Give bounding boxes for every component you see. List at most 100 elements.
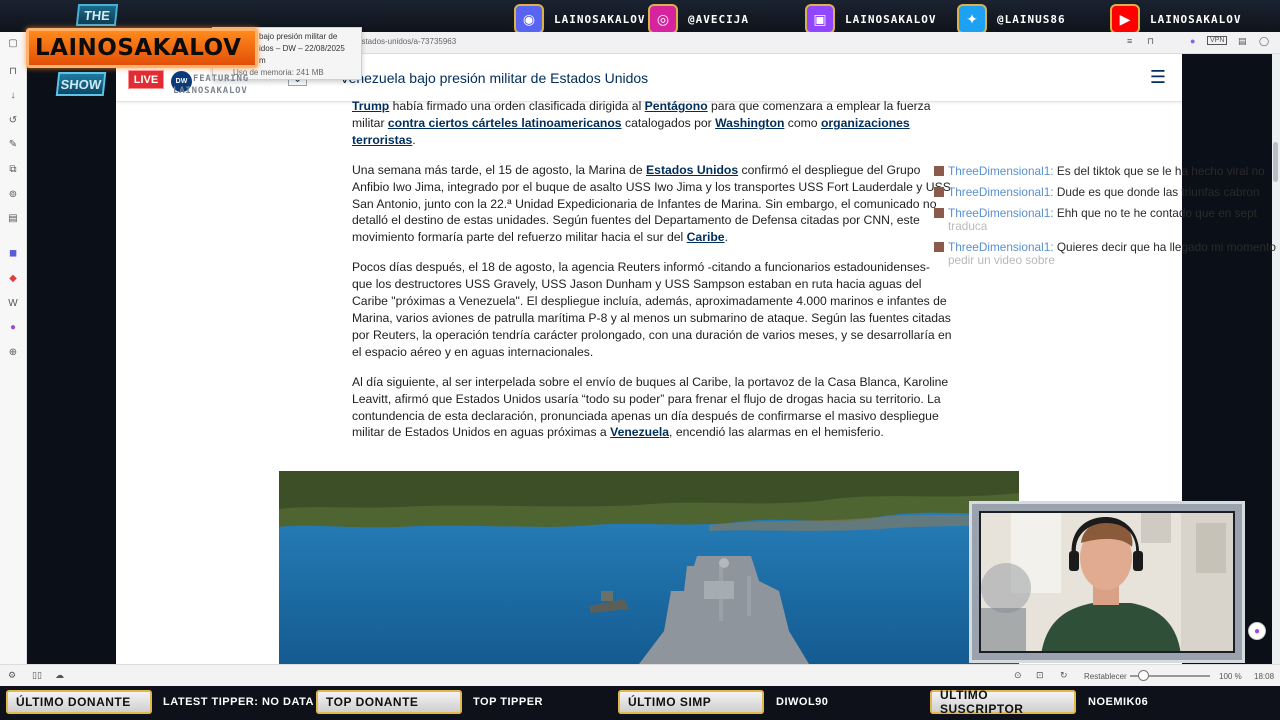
logo-name: LAINOSAKALOV: [26, 28, 258, 68]
social-label: @AVECIJA: [688, 12, 749, 26]
article-photo: [279, 471, 1019, 664]
settings-icon[interactable]: ⚙: [8, 670, 16, 681]
scrollbar[interactable]: [1272, 54, 1280, 664]
article-link[interactable]: contra ciertos cárteles latinoamericanos: [388, 116, 622, 130]
tiling-icon[interactable]: ⊡: [1036, 670, 1044, 681]
article-paragraph: Una semana más tarde, el 15 de agosto, l…: [352, 162, 952, 247]
mastodon-icon[interactable]: ◼: [6, 246, 20, 260]
article-link[interactable]: Estados Unidos: [646, 163, 738, 177]
ultimo-donante-label: ÚLTIMO DONANTE: [6, 690, 152, 714]
social-label: @LAINUS86: [997, 12, 1066, 26]
social-label: LAINOSAKALOV: [554, 12, 646, 26]
warship-photo: [279, 471, 1019, 664]
profile-icon[interactable]: ◯: [1259, 36, 1269, 47]
ultimo-simp-value: DIWOL90: [776, 696, 829, 708]
top-donante-label: TOP DONANTE: [316, 690, 462, 714]
live-badge: LIVE: [128, 70, 164, 89]
browser-status-bar: ⚙ ▯▯ ☁ ⊙ ⊡ ↻ Restablecer 100 % 18:08: [0, 664, 1280, 686]
extension-icon[interactable]: ●: [1190, 36, 1195, 46]
top-tipper-text: TOP TIPPER: [473, 696, 544, 708]
article-text: , encendió las alarmas en el hemisferio.: [669, 425, 884, 440]
ultimo-suscriptor-value: NOEMIK06: [1088, 696, 1149, 708]
chat-message: ThreeDimensional1: Quieres decir que ha …: [934, 240, 1276, 254]
notes-icon[interactable]: ✎: [6, 137, 20, 151]
chat-message: ThreeDimensional1: Dude es que donde las…: [934, 185, 1260, 199]
featuring-name: LAINOSAKALOV: [173, 86, 248, 96]
channel-logo: THE bajo presión militar de idos – DW – …: [0, 0, 362, 100]
reader-icon[interactable]: ≡: [1127, 36, 1132, 46]
chat-text: traduca: [948, 219, 988, 233]
article-link[interactable]: Venezuela: [610, 425, 669, 439]
panel-toggle-icon[interactable]: ▯▯: [32, 670, 42, 681]
reading-list-icon[interactable]: ▤: [6, 211, 20, 225]
reload-icon[interactable]: ↻: [1060, 670, 1068, 681]
chat-username: ThreeDimensional1:: [948, 185, 1054, 199]
article-paragraph: Trump había firmado una orden clasificad…: [352, 98, 952, 149]
featuring-label: FEATURING: [193, 74, 249, 84]
discord-icon: ◉: [514, 4, 544, 34]
instagram-icon: ◎: [648, 4, 678, 34]
hamburger-menu-icon[interactable]: ☰: [1150, 67, 1166, 88]
webcam-frame: [969, 501, 1245, 663]
social-label: LAINOSAKALOV: [1150, 12, 1242, 26]
stream-ticker: ÚLTIMO DONANTE LATEST TIPPER: NO DATA TO…: [0, 686, 1280, 720]
capture-icon[interactable]: ⊚: [6, 187, 20, 201]
translate-icon[interactable]: ⧉: [6, 162, 20, 176]
social-twitch: ▣ LAINOSAKALOV: [805, 4, 936, 34]
chat-username: ThreeDimensional1:: [948, 240, 1054, 254]
article-text: Una semana más tarde, el 15 de agosto, l…: [352, 162, 647, 177]
twitter-icon: ✦: [957, 4, 987, 34]
wallet-icon[interactable]: ▤: [1238, 36, 1247, 47]
page-title: Venezuela bajo presión militar de Estado…: [340, 70, 649, 86]
chat-text: Ehh que no te he contado que en sept: [1056, 206, 1257, 220]
social-youtube: ▶ LAINOSAKALOV: [1110, 4, 1241, 34]
webcam-feed: [979, 511, 1235, 653]
add-panel-icon[interactable]: ⊕: [6, 345, 20, 359]
assistant-brain-icon[interactable]: ●: [1248, 622, 1266, 640]
screen: ◉ LAINOSAKALOV ◎ @AVECIJA ▣ LAINOSAKALOV…: [0, 0, 1280, 720]
clock: 18:08: [1254, 672, 1275, 681]
article-text: había firmado una orden clasificada diri…: [389, 99, 645, 113]
zoom-slider-knob[interactable]: [1137, 670, 1149, 681]
streamer-image: [981, 513, 1233, 651]
chat-username: ThreeDimensional1:: [948, 164, 1054, 178]
brain-icon[interactable]: ●: [6, 320, 20, 334]
chat-text: Dude es que donde las triunfas cabron: [1056, 185, 1260, 199]
chat-message: ThreeDimensional1: Ehh que no te he cont…: [934, 206, 1257, 220]
chat-message-continuation: pedir un video sobre: [948, 253, 1055, 267]
zoom-level: 100 %: [1219, 672, 1242, 681]
ultimo-suscriptor-label: ÚLTIMO SUSCRIPTOR: [930, 688, 1076, 716]
article-link[interactable]: Washington: [715, 116, 784, 130]
chat-avatar: [934, 187, 944, 197]
article-paragraph: Pocos días después, el 18 de agosto, la …: [352, 259, 952, 360]
article-link[interactable]: Trump: [352, 99, 389, 113]
capture-icon[interactable]: ⊙: [1014, 670, 1022, 681]
article-text: .: [412, 132, 416, 147]
featuring-text: FEATURING LAINOSAKALOV: [173, 73, 249, 97]
social-label: LAINOSAKALOV: [845, 12, 937, 26]
latest-tipper-text: LATEST TIPPER: NO DATA: [163, 696, 314, 708]
bookmark-icon[interactable]: ⊓: [1147, 36, 1154, 47]
chat-message-continuation: traduca: [948, 219, 987, 233]
reset-zoom-button[interactable]: Restablecer: [1084, 672, 1127, 681]
chat-overlay: ThreeDimensional1: Es del tiktok que se …: [934, 160, 1280, 280]
history-icon[interactable]: ↺: [6, 113, 20, 127]
chat-text: Quieres decir que ha llegado mi momento: [1056, 240, 1276, 254]
article-link[interactable]: Caribe: [687, 230, 725, 244]
ultimo-simp-label: ÚLTIMO SIMP: [618, 690, 764, 714]
url-text[interactable]: estados-unidos/a-73735963: [357, 37, 456, 46]
chat-avatar: [934, 208, 944, 218]
article-text: catalogados por: [621, 115, 716, 130]
article-text: como: [784, 115, 821, 130]
vivaldi-icon[interactable]: ◆: [6, 271, 20, 285]
chat-text: pedir un video sobre: [948, 253, 1055, 267]
vpn-icon[interactable]: VPN: [1207, 36, 1228, 45]
wikipedia-icon[interactable]: W: [6, 296, 20, 310]
chat-avatar: [934, 242, 944, 252]
article-link[interactable]: Pentágono: [645, 99, 708, 113]
sync-cloud-icon[interactable]: ☁: [55, 670, 64, 681]
browser-sidebar: ▢ ⊓ ↓ ↺ ✎ ⧉ ⊚ ▤ ◼ ◆ W ● ⊕: [0, 32, 27, 664]
chat-message: ThreeDimensional1: Es del tiktok que se …: [934, 164, 1265, 178]
article-body: Trump había firmado una orden clasificad…: [352, 98, 952, 454]
social-instagram: ◎ @AVECIJA: [648, 4, 749, 34]
